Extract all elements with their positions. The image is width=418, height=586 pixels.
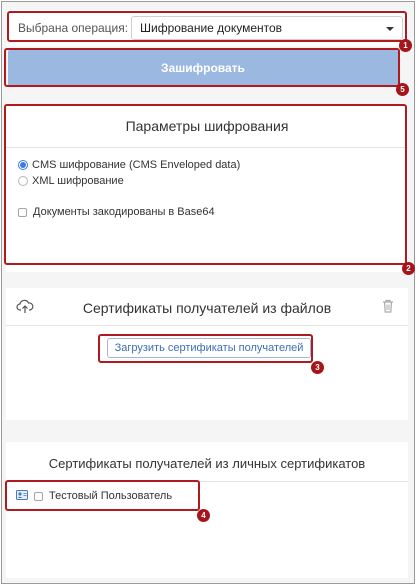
file-certs-divider [6,325,408,326]
callout-badge-2: 2 [402,262,415,275]
personal-certs-title: Сертификаты получателей из личных сертиф… [48,456,366,471]
callout-frame-3 [98,334,313,363]
callout-frame-5 [4,48,400,87]
callout-frame-1 [7,11,407,42]
trash-icon[interactable] [382,299,394,318]
callout-badge-4: 4 [197,509,210,522]
callout-badge-5: 5 [396,83,409,96]
callout-frame-2 [4,104,407,265]
callout-badge-1: 1 [399,39,412,52]
file-certs-title: Сертификаты получателей из файлов [82,300,332,316]
callout-badge-3: 3 [311,361,324,374]
callout-frame-4 [5,480,200,511]
